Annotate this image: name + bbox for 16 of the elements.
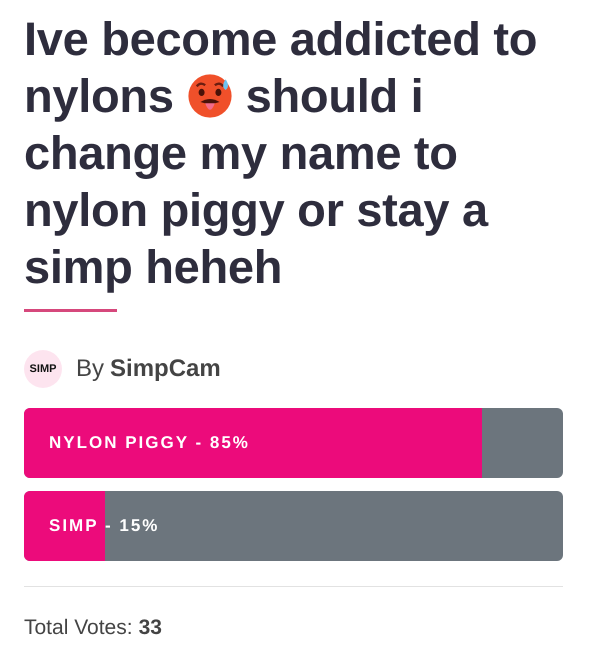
hot-face-icon xyxy=(186,72,234,120)
poll-bar[interactable]: SIMP - 15% xyxy=(24,491,563,561)
author-by: By xyxy=(76,355,104,383)
question-title: change my name to xyxy=(24,125,458,181)
question-title: Ive become addicted to xyxy=(24,11,538,67)
question-title: nylons xyxy=(24,68,174,124)
option-label: NYLON PIGGY - 85% xyxy=(49,433,250,453)
question-title: nylon piggy or stay a xyxy=(24,182,488,238)
total-votes-label: Total Votes: xyxy=(24,616,133,640)
total-votes-count: 33 xyxy=(138,616,162,640)
avatar: SIMP xyxy=(24,350,62,388)
author-name: SimpCam xyxy=(110,355,221,383)
option-label: SIMP - 15% xyxy=(49,516,160,536)
question-title: simp heheh xyxy=(24,239,282,295)
poll-bar[interactable]: NYLON PIGGY - 85% xyxy=(24,408,563,478)
question-title: should i xyxy=(246,68,424,124)
